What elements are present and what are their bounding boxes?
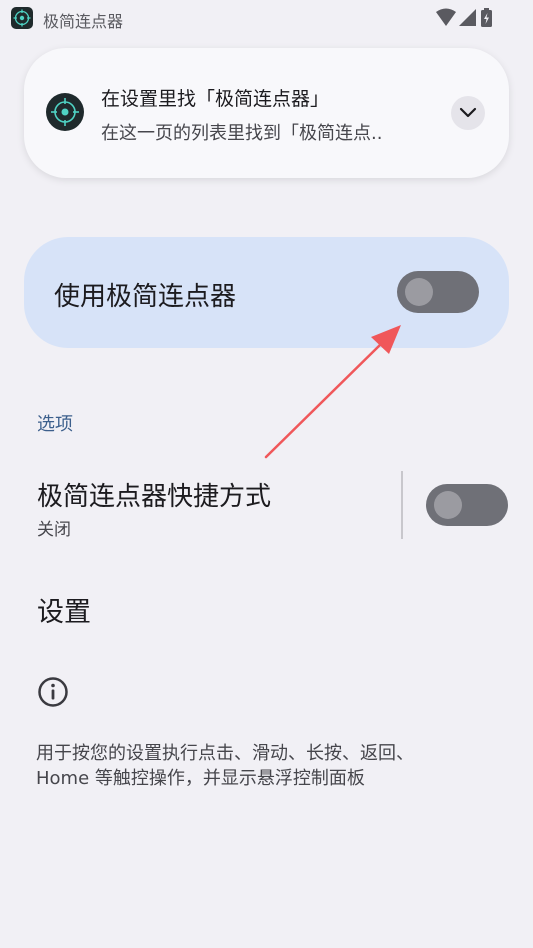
app-logo-icon — [11, 7, 33, 29]
app-logo-icon — [46, 93, 84, 131]
status-app-name: 极简连点器 — [43, 12, 124, 31]
settings-row[interactable]: 设置 — [37, 590, 91, 629]
notification-body: 在这一页的列表里找到「极简连点.. — [101, 123, 383, 144]
status-bar: 极简连点器 — [0, 0, 533, 36]
switch-thumb — [405, 278, 433, 306]
status-icons — [435, 7, 495, 29]
wifi-icon — [436, 8, 456, 26]
shortcut-title: 极简连点器快捷方式 — [37, 482, 272, 512]
service-description: 用于按您的设置执行点击、滑动、长按、返回、 Home 等触控操作，并显示悬浮控制… — [36, 741, 506, 791]
switch-thumb — [434, 491, 462, 519]
use-service-toggle-card[interactable]: 使用极简连点器 — [24, 237, 509, 348]
description-line: Home 等触控操作，并显示悬浮控制面板 — [36, 768, 365, 789]
shortcut-state-text: 关闭 — [37, 520, 71, 540]
notification-card[interactable]: 在设置里找「极简连点器」 在这一页的列表里找到「极简连点.. — [24, 48, 509, 178]
notification-expand-button[interactable] — [451, 96, 485, 130]
cellular-signal-icon — [459, 9, 476, 26]
shortcut-row[interactable]: 极简连点器快捷方式 关闭 — [0, 460, 533, 550]
notification-title: 在设置里找「极简连点器」 — [101, 88, 330, 110]
battery-charging-icon — [481, 8, 492, 27]
section-header-options: 选项 — [37, 414, 73, 435]
chevron-down-icon — [459, 107, 477, 118]
accessibility-settings-screen: 极简连点器 在设置里找「极简连点器」 在这一页的列表里找到「极简连点.. 使用极… — [0, 0, 533, 948]
use-service-label: 使用极简连点器 — [54, 282, 237, 312]
row-divider — [401, 471, 403, 539]
info-icon — [38, 677, 68, 707]
description-line: 用于按您的设置执行点击、滑动、长按、返回、 — [36, 743, 414, 764]
shortcut-switch[interactable] — [426, 484, 508, 526]
use-service-switch[interactable] — [397, 271, 479, 313]
